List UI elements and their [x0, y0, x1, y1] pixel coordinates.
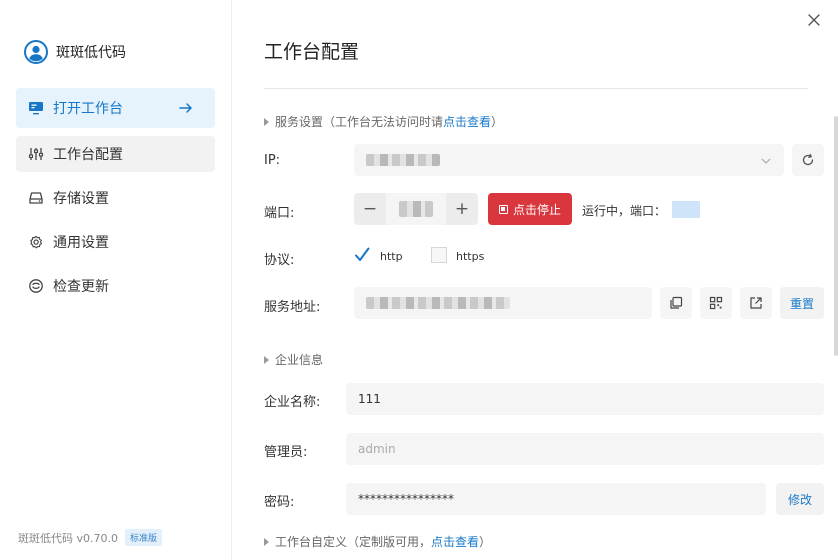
- close-icon[interactable]: [804, 10, 824, 30]
- sidebar-item-label: 通用设置: [53, 235, 109, 251]
- service-address-redacted: [366, 297, 510, 309]
- caret-right-icon: [264, 537, 269, 546]
- section-hint: （工作台无法访问时请: [323, 115, 444, 129]
- brand: 斑斑低代码: [24, 40, 126, 64]
- caret-right-icon: [264, 117, 269, 126]
- stop-icon: [498, 204, 508, 214]
- service-address-label: 服务地址:: [264, 300, 321, 315]
- service-address-field[interactable]: [354, 287, 652, 319]
- caret-right-icon: [264, 355, 269, 364]
- sidebar: 斑斑低代码 打开工作台 工作台配置 存储设置 通用设置 检查更新 斑斑低代码 v…: [0, 0, 232, 560]
- page-title: 工作台配置: [264, 41, 360, 63]
- refresh-smile-icon: [29, 279, 43, 293]
- version-text: 斑斑低代码 v0.70.0: [18, 531, 118, 545]
- sidebar-item-workbench-config[interactable]: 工作台配置: [16, 136, 215, 172]
- port-input[interactable]: [386, 193, 446, 225]
- ip-select[interactable]: [354, 144, 784, 176]
- port-decrement-button[interactable]: −: [354, 193, 386, 225]
- sidebar-item-label: 检查更新: [53, 279, 109, 295]
- sidebar-item-general[interactable]: 通用设置: [16, 224, 215, 260]
- section-service-settings[interactable]: 服务设置 （工作台无法访问时请 点击查看 ）: [264, 113, 503, 130]
- protocol-label: 协议:: [264, 253, 295, 268]
- ip-label: IP:: [264, 153, 281, 168]
- qrcode-button[interactable]: [700, 287, 732, 319]
- sidebar-item-label: 工作台配置: [53, 147, 123, 163]
- copy-icon: [670, 296, 683, 309]
- help-link[interactable]: 点击查看: [443, 113, 491, 130]
- section-title: 服务设置: [275, 115, 324, 129]
- storage-icon: [29, 192, 43, 204]
- admin-field[interactable]: admin: [346, 433, 824, 465]
- password-field[interactable]: ****************: [346, 483, 766, 515]
- main-panel: 工作台配置 服务设置 （工作台无法访问时请 点击查看 ） IP: 端口: − +…: [232, 0, 840, 560]
- external-link-icon: [750, 297, 762, 309]
- section-workbench-custom[interactable]: 工作台自定义 （定制版可用， 点击查看 ）: [264, 533, 491, 550]
- user-avatar-icon: [24, 40, 48, 64]
- section-hint-end: ）: [491, 115, 504, 129]
- open-external-button[interactable]: [740, 287, 772, 319]
- section-hint-end: ）: [479, 535, 492, 549]
- admin-label: 管理员:: [264, 445, 308, 460]
- title-divider: [264, 88, 808, 89]
- https-checkbox[interactable]: [431, 247, 447, 263]
- sliders-icon: [28, 148, 44, 160]
- sidebar-nav: 打开工作台 工作台配置 存储设置 通用设置 检查更新: [16, 88, 215, 312]
- monitor-icon: [29, 102, 43, 115]
- section-title: 工作台自定义: [275, 535, 348, 549]
- sidebar-item-storage[interactable]: 存储设置: [16, 180, 215, 216]
- edition-badge: 标准版: [125, 529, 163, 546]
- reset-address-button[interactable]: 重置: [780, 287, 824, 319]
- sidebar-item-label: 打开工作台: [53, 101, 123, 117]
- refresh-ip-button[interactable]: [792, 144, 824, 176]
- company-name-label: 企业名称:: [264, 395, 321, 410]
- arrow-right-icon: [179, 103, 192, 113]
- port-value-redacted: [399, 201, 433, 217]
- custom-help-link[interactable]: 点击查看: [431, 533, 479, 550]
- app-window: 斑斑低代码 打开工作台 工作台配置 存储设置 通用设置 检查更新 斑斑低代码 v…: [0, 0, 840, 560]
- password-label: 密码:: [264, 495, 295, 510]
- version-info: 斑斑低代码 v0.70.0 标准版: [18, 529, 163, 546]
- port-increment-button[interactable]: +: [446, 193, 478, 225]
- brand-name: 斑斑低代码: [56, 45, 126, 61]
- section-title: 企业信息: [275, 353, 324, 367]
- section-hint: （定制版可用，: [347, 535, 432, 549]
- running-status: 运行中，端口：: [582, 204, 667, 218]
- ip-value-redacted: [366, 154, 440, 166]
- sidebar-item-open-workbench[interactable]: 打开工作台: [16, 88, 215, 128]
- http-label[interactable]: http: [380, 250, 403, 263]
- http-checkbox[interactable]: [354, 247, 370, 263]
- copy-address-button[interactable]: [660, 287, 692, 319]
- chevron-down-icon: [761, 158, 771, 164]
- stop-label: 点击停止: [512, 202, 561, 217]
- section-company-info[interactable]: 企业信息: [264, 351, 323, 368]
- modify-password-button[interactable]: 修改: [776, 483, 824, 515]
- company-name-field[interactable]: 111: [346, 383, 824, 415]
- https-label[interactable]: https: [456, 250, 484, 263]
- scrollbar-thumb[interactable]: [834, 116, 838, 356]
- running-port-redacted: [672, 201, 700, 218]
- gear-icon: [30, 235, 43, 249]
- qrcode-icon: [709, 296, 723, 310]
- sidebar-item-check-update[interactable]: 检查更新: [16, 268, 215, 304]
- port-label: 端口:: [264, 206, 295, 221]
- refresh-icon: [802, 153, 814, 166]
- sidebar-item-label: 存储设置: [53, 191, 109, 207]
- stop-service-button[interactable]: 点击停止: [488, 193, 572, 225]
